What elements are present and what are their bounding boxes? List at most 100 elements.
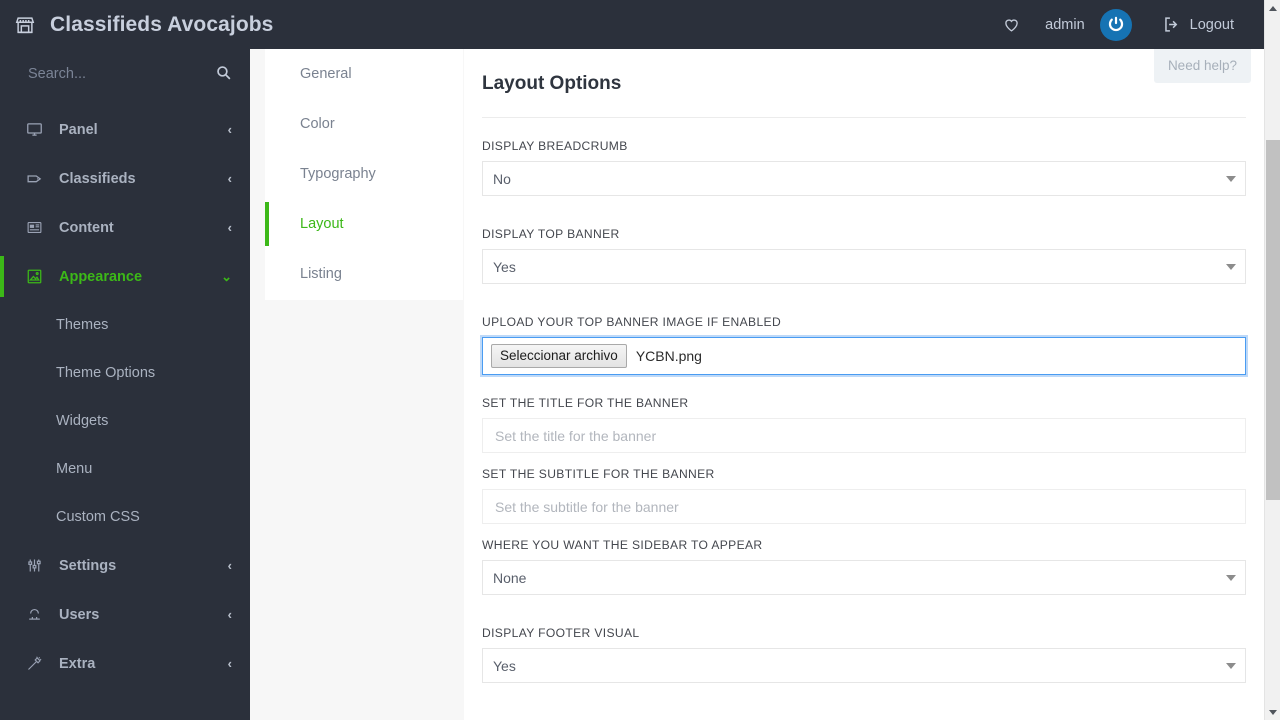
sidebar-position-select[interactable]: None: [482, 560, 1246, 595]
field-label: DISPLAY FOOTER VISUAL: [482, 626, 640, 640]
logout-icon: [1162, 15, 1181, 34]
banner-file-input[interactable]: Seleccionar archivo YCBN.png: [482, 337, 1246, 375]
heart-icon: [1002, 15, 1021, 34]
selected-file-name: YCBN.png: [635, 348, 702, 364]
sidebar-item-label: Appearance: [59, 268, 143, 285]
page-scrollbar[interactable]: [1264, 0, 1280, 720]
choose-file-button[interactable]: Seleccionar archivo: [491, 344, 627, 368]
main-sidebar: Panel ‹ Classifieds ‹: [0, 49, 250, 720]
favorites-button[interactable]: [990, 0, 1033, 49]
sidebar-subitem-label: Menu: [56, 461, 93, 477]
tab-color[interactable]: Color: [265, 99, 463, 149]
search-input[interactable]: [28, 66, 215, 82]
field-banner-title: SET THE TITLE FOR THE BANNER: [482, 396, 1246, 453]
layout-options-card: Layout Options DISPLAY BREADCRUMB No DIS…: [464, 49, 1264, 720]
sidebar-item-users[interactable]: Users ‹: [0, 590, 250, 639]
chevron-down-icon: ⌄: [221, 269, 232, 284]
sidebar-item-label: Content: [59, 219, 114, 236]
tab-label: Color: [300, 116, 335, 132]
magic-wand-icon: [25, 655, 43, 673]
display-top-banner-select[interactable]: Yes: [482, 249, 1246, 284]
sidebar-item-widgets[interactable]: Widgets: [0, 397, 250, 445]
sidebar-nav: Panel ‹ Classifieds ‹ Content ‹ Appearan…: [0, 99, 250, 688]
theme-options-tabs: General Color Typography Layout Listing: [265, 49, 463, 300]
chevron-left-icon: ‹: [227, 171, 232, 186]
sidebar-item-custom-css[interactable]: Custom CSS: [0, 493, 250, 541]
sidebar-item-label: Extra: [59, 655, 96, 672]
scrollbar-thumb[interactable]: [1266, 140, 1280, 500]
sidebar-item-panel[interactable]: Panel ‹: [0, 105, 250, 154]
sliders-icon: [25, 557, 43, 575]
sidebar-item-label: Classifieds: [59, 170, 136, 187]
chevron-left-icon: ‹: [227, 558, 232, 573]
field-banner-subtitle: SET THE SUBTITLE FOR THE BANNER: [482, 467, 1246, 524]
sidebar-search: [0, 49, 250, 99]
select-wrapper: Yes: [482, 648, 1246, 683]
sidebar-subitem-label: Widgets: [56, 413, 109, 429]
field-label: DISPLAY TOP BANNER: [482, 227, 620, 241]
sidebar-item-classifieds[interactable]: Classifieds ‹: [0, 154, 250, 203]
gravatar-avatar: [1099, 8, 1132, 41]
tab-label: Listing: [300, 266, 342, 282]
monitor-icon: [25, 121, 43, 139]
top-header: Classifieds Avocajobs admin Logout: [0, 0, 1264, 49]
field-display-breadcrumb: DISPLAY BREADCRUMB No: [482, 139, 1246, 196]
sidebar-subitem-label: Themes: [56, 317, 109, 333]
display-breadcrumb-select[interactable]: No: [482, 161, 1246, 196]
newspaper-icon: [25, 219, 43, 237]
chevron-left-icon: ‹: [227, 122, 232, 137]
sidebar-item-label: Panel: [59, 121, 98, 138]
image-icon: [25, 268, 43, 286]
tab-label: General: [300, 66, 352, 82]
sidebar-item-label: Settings: [59, 557, 117, 574]
select-wrapper: No: [482, 161, 1246, 196]
field-display-footer-visual: DISPLAY FOOTER VISUAL Yes: [482, 626, 1246, 683]
user-menu[interactable]: admin: [1033, 0, 1150, 49]
sidebar-item-themes[interactable]: Themes: [0, 301, 250, 349]
need-help-button[interactable]: Need help?: [1153, 49, 1251, 83]
sidebar-item-extra[interactable]: Extra ‹: [0, 639, 250, 688]
field-label: WHERE YOU WANT THE SIDEBAR TO APPEAR: [482, 538, 763, 552]
scroll-up-arrow-icon[interactable]: [1265, 0, 1280, 16]
user-icon: [25, 606, 43, 624]
field-label: SET THE SUBTITLE FOR THE BANNER: [482, 467, 715, 481]
search-button[interactable]: [215, 64, 232, 84]
brand-title: Classifieds Avocajobs: [50, 12, 274, 36]
tab-label: Typography: [300, 166, 376, 182]
brand[interactable]: Classifieds Avocajobs: [0, 13, 273, 37]
tab-general[interactable]: General: [265, 49, 463, 99]
banner-title-input[interactable]: [482, 418, 1246, 453]
sidebar-item-content[interactable]: Content ‹: [0, 203, 250, 252]
sidebar-item-settings[interactable]: Settings ‹: [0, 541, 250, 590]
username-label: admin: [1045, 16, 1085, 33]
sidebar-subitem-label: Theme Options: [56, 365, 156, 381]
tab-layout[interactable]: Layout: [265, 199, 463, 249]
select-wrapper: None: [482, 560, 1246, 595]
tab-listing[interactable]: Listing: [265, 249, 463, 299]
tab-label: Layout: [300, 216, 344, 232]
field-label: UPLOAD YOUR TOP BANNER IMAGE IF ENABLED: [482, 315, 782, 329]
field-label: SET THE TITLE FOR THE BANNER: [482, 396, 689, 410]
field-display-top-banner: DISPLAY TOP BANNER Yes: [482, 227, 1246, 284]
scroll-down-arrow-icon[interactable]: [1265, 704, 1280, 720]
tab-typography[interactable]: Typography: [265, 149, 463, 199]
title-divider: [482, 117, 1246, 118]
sidebar-item-menu[interactable]: Menu: [0, 445, 250, 493]
banner-subtitle-input[interactable]: [482, 489, 1246, 524]
sidebar-item-appearance[interactable]: Appearance ⌄: [0, 252, 250, 301]
chevron-left-icon: ‹: [227, 656, 232, 671]
logout-button[interactable]: Logout: [1150, 0, 1246, 49]
chevron-left-icon: ‹: [227, 220, 232, 235]
display-footer-visual-select[interactable]: Yes: [482, 648, 1246, 683]
field-label: DISPLAY BREADCRUMB: [482, 139, 628, 153]
header-actions: admin Logout: [990, 0, 1264, 49]
field-sidebar-position: WHERE YOU WANT THE SIDEBAR TO APPEAR Non…: [482, 538, 1246, 595]
select-wrapper: Yes: [482, 249, 1246, 284]
tag-icon: [25, 170, 43, 188]
sidebar-subitem-label: Custom CSS: [56, 509, 140, 525]
sidebar-item-label: Users: [59, 606, 100, 623]
sidebar-item-theme-options[interactable]: Theme Options: [0, 349, 250, 397]
app-root: Classifieds Avocajobs admin Logout Searc…: [0, 0, 1280, 720]
content-canvas: General Color Typography Layout Listing …: [250, 49, 1264, 720]
field-upload-banner: UPLOAD YOUR TOP BANNER IMAGE IF ENABLED …: [482, 315, 1246, 375]
